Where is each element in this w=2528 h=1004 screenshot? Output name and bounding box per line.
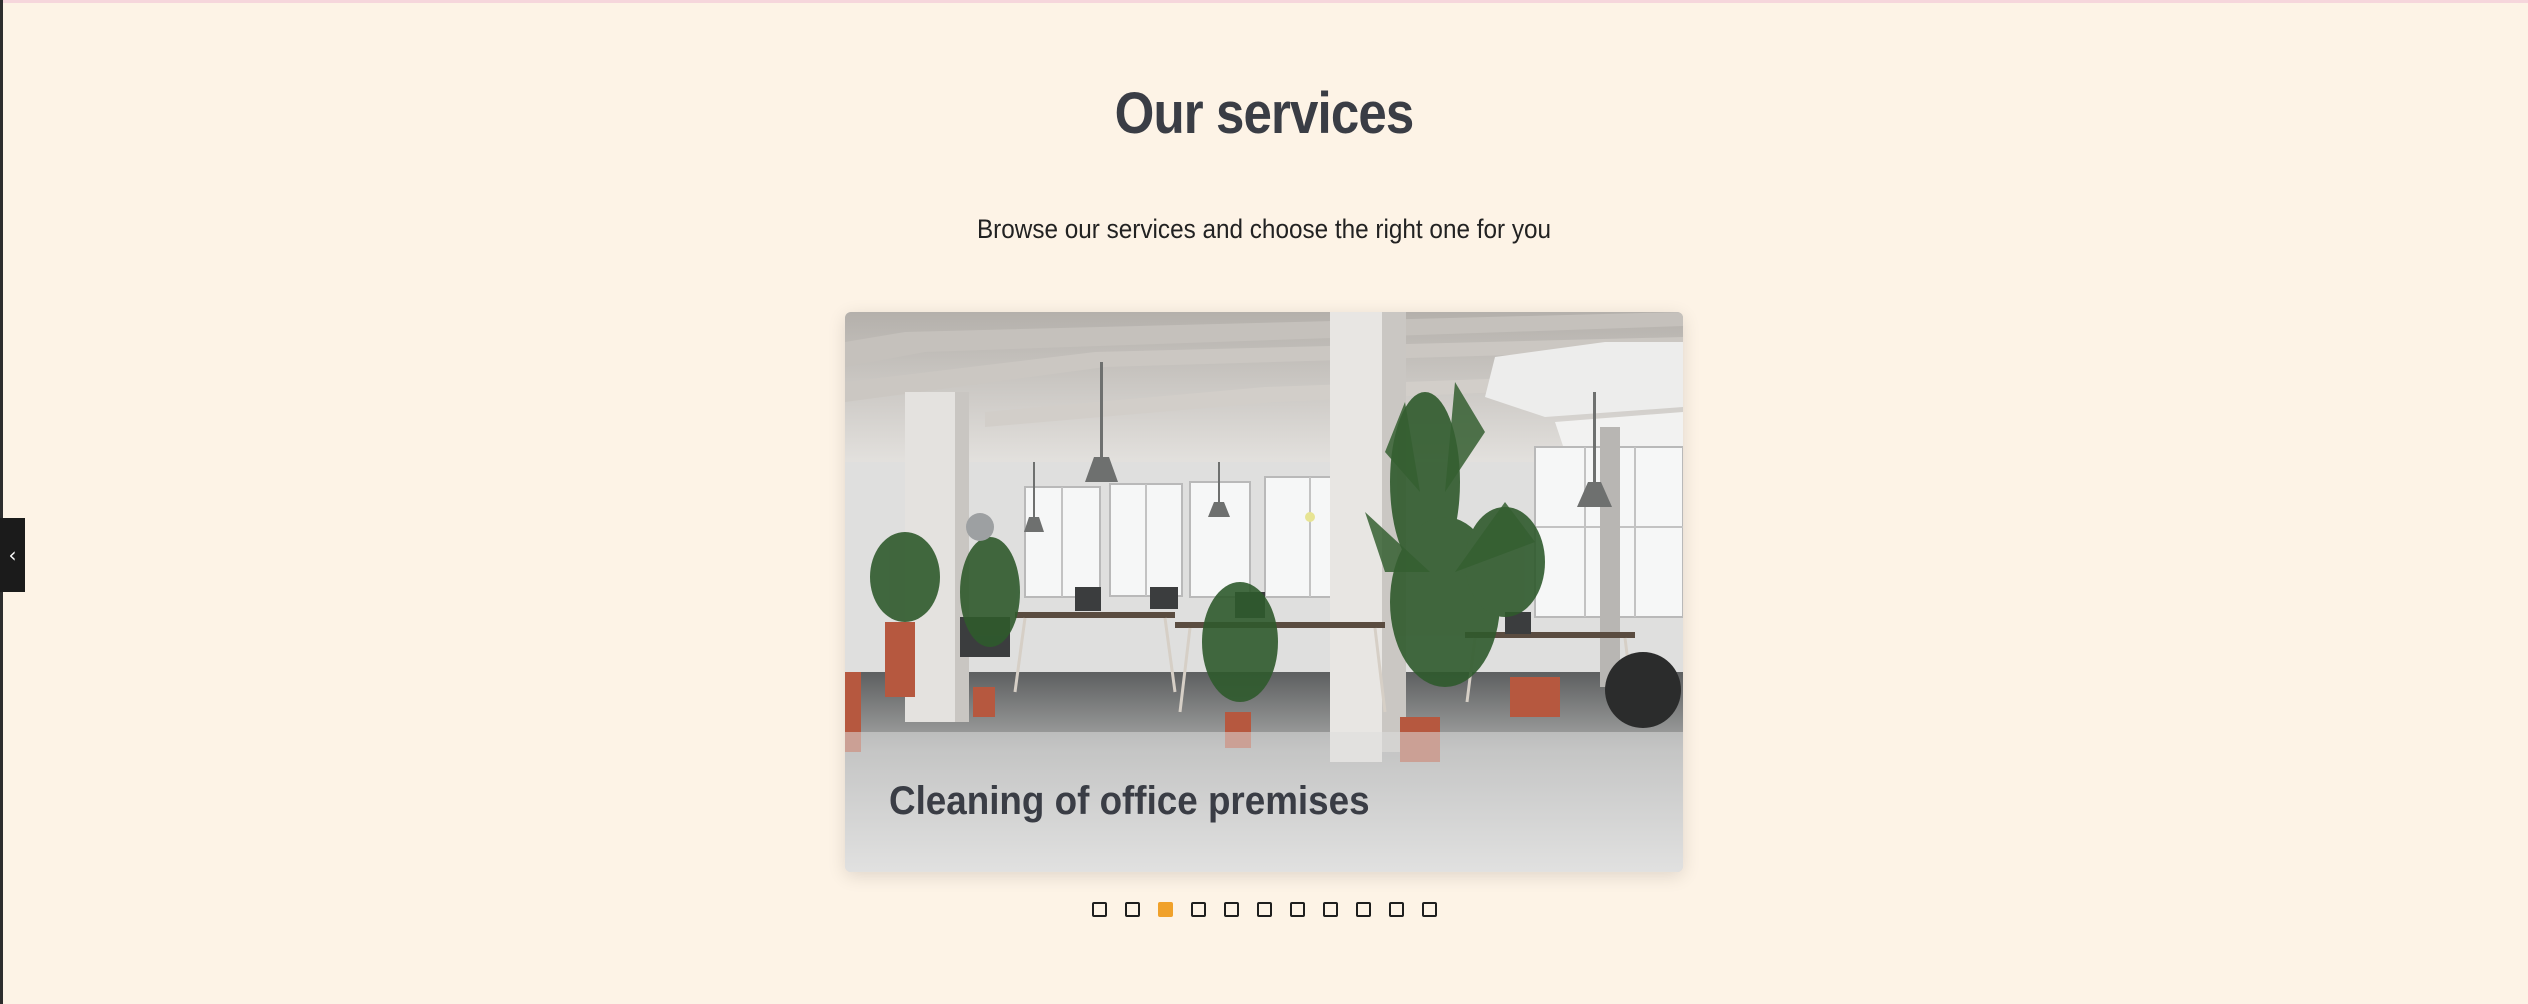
service-title: Cleaning of office premises: [889, 779, 1370, 823]
carousel-dot[interactable]: [1223, 902, 1239, 917]
carousel-dot[interactable]: [1388, 902, 1404, 917]
carousel-dot[interactable]: [1322, 902, 1338, 917]
service-card[interactable]: Cleaning of office premises: [845, 312, 1683, 872]
carousel-pagination: [0, 902, 2528, 917]
chevron-left-icon: ‹: [8, 543, 17, 567]
carousel-dot[interactable]: [1289, 902, 1305, 917]
top-border: [0, 0, 2528, 3]
section-title: Our services: [1114, 81, 1415, 146]
side-panel-toggle[interactable]: ‹: [0, 518, 25, 592]
carousel-dot[interactable]: [1355, 902, 1371, 917]
left-border: [0, 0, 3, 1004]
carousel-dot[interactable]: [1421, 902, 1437, 917]
carousel-dot[interactable]: [1256, 902, 1272, 917]
carousel-dot[interactable]: [1190, 902, 1206, 917]
section-subtitle: Browse our services and choose the right…: [976, 214, 1552, 244]
carousel-dot[interactable]: [1091, 902, 1107, 917]
carousel-dot[interactable]: [1124, 902, 1140, 917]
carousel-dot-active[interactable]: [1157, 902, 1173, 917]
